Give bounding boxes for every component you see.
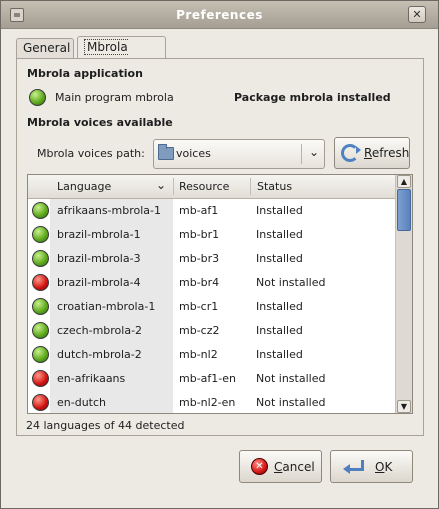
table-row[interactable]: brazil-mbrola-1 mb-br1 Installed <box>28 223 396 247</box>
status-cell: Installed <box>256 228 303 241</box>
column-header-language[interactable]: Language <box>57 180 111 193</box>
status-cell: Not installed <box>256 396 326 409</box>
status-cell: Installed <box>256 348 303 361</box>
not-installed-status-icon <box>32 274 49 291</box>
not-installed-status-icon <box>32 370 49 387</box>
scrollbar-thumb[interactable] <box>397 189 411 231</box>
title-bar[interactable]: Preferences ✕ <box>1 1 438 29</box>
resource-cell: mb-af1-en <box>179 372 236 385</box>
resource-cell: mb-br1 <box>179 228 220 241</box>
not-installed-status-icon <box>32 394 49 411</box>
resource-cell: mb-cz2 <box>179 324 220 337</box>
ok-button-label: OK <box>375 460 393 474</box>
table-scrollbar[interactable]: ▲ ▼ <box>395 175 412 413</box>
preferences-window: Preferences ✕ General Mbrola voices Mbro… <box>0 0 439 509</box>
table-row[interactable]: croatian-mbrola-1 mb-cr1 Installed <box>28 295 396 319</box>
installed-status-icon <box>32 202 49 219</box>
column-divider <box>250 178 251 195</box>
resource-cell: mb-cr1 <box>179 300 219 313</box>
column-header-resource[interactable]: Resource <box>179 180 229 193</box>
status-cell: Installed <box>256 300 303 313</box>
scroll-down-icon[interactable]: ▼ <box>397 400 411 413</box>
resource-cell: mb-br4 <box>179 276 220 289</box>
language-cell: croatian-mbrola-1 <box>57 300 156 313</box>
language-cell: afrikaans-mbrola-1 <box>57 204 161 217</box>
voices-path-value: voices <box>176 147 211 160</box>
table-row[interactable]: brazil-mbrola-4 mb-br4 Not installed <box>28 271 396 295</box>
mbrola-voices-heading: Mbrola voices available <box>27 116 173 129</box>
table-row[interactable]: en-dutch mb-nl2-en Not installed <box>28 391 396 413</box>
sort-chevron-icon: ⌄ <box>156 178 167 192</box>
language-cell: brazil-mbrola-1 <box>57 228 141 241</box>
table-row[interactable]: en-afrikaans mb-af1-en Not installed <box>28 367 396 391</box>
resource-cell: mb-nl2-en <box>179 396 236 409</box>
status-cell: Not installed <box>256 276 326 289</box>
voices-path-combobox[interactable]: voices ⌄ <box>153 139 325 169</box>
main-program-label: Main program mbrola <box>55 91 174 104</box>
column-divider <box>173 178 174 195</box>
refresh-button[interactable]: Refresh <box>334 137 410 169</box>
resource-cell: mb-br3 <box>179 252 220 265</box>
installed-status-icon <box>32 226 49 243</box>
tab-mbrola-voices[interactable]: Mbrola voices <box>77 36 166 75</box>
table-row[interactable]: czech-mbrola-2 mb-cz2 Installed <box>28 319 396 343</box>
voices-path-label: Mbrola voices path: <box>37 147 145 160</box>
table-row[interactable]: afrikaans-mbrola-1 mb-af1 Installed <box>28 199 396 223</box>
status-cell: Installed <box>256 252 303 265</box>
folder-icon <box>158 144 174 160</box>
table-row[interactable]: dutch-mbrola-2 mb-nl2 Installed <box>28 343 396 367</box>
installed-status-icon <box>32 250 49 267</box>
installed-status-icon <box>32 298 49 315</box>
tab-general[interactable]: General <box>16 38 74 58</box>
resource-cell: mb-af1 <box>179 204 219 217</box>
resource-cell: mb-nl2 <box>179 348 218 361</box>
package-status-text: Package mbrola installed <box>234 91 391 104</box>
combobox-separator <box>301 144 302 164</box>
installed-status-icon <box>32 346 49 363</box>
tab-general-label: General <box>23 41 71 55</box>
language-cell: en-dutch <box>57 396 106 409</box>
chevron-down-icon: ⌄ <box>308 145 319 159</box>
table-header: Language ⌄ Resource Status <box>28 175 396 199</box>
scroll-up-icon[interactable]: ▲ <box>397 175 411 188</box>
mbrola-application-heading: Mbrola application <box>27 67 143 80</box>
ok-button[interactable]: OK <box>330 450 413 483</box>
ok-arrow-icon <box>343 459 364 474</box>
status-cell: Not installed <box>256 372 326 385</box>
column-header-status[interactable]: Status <box>257 180 292 193</box>
refresh-button-label: Refresh <box>364 146 410 160</box>
languages-table: Language ⌄ Resource Status afrikaans-mbr… <box>27 174 413 414</box>
status-cell: Installed <box>256 324 303 337</box>
status-cell: Installed <box>256 204 303 217</box>
language-cell: brazil-mbrola-4 <box>57 276 141 289</box>
language-cell: czech-mbrola-2 <box>57 324 143 337</box>
language-cell: brazil-mbrola-3 <box>57 252 141 265</box>
close-window-button[interactable]: ✕ <box>408 6 426 23</box>
cancel-icon: ✕ <box>251 458 268 475</box>
detected-summary: 24 languages of 44 detected <box>26 419 185 432</box>
language-cell: dutch-mbrola-2 <box>57 348 142 361</box>
refresh-icon <box>341 144 361 162</box>
cancel-button[interactable]: ✕ Cancel <box>239 450 322 483</box>
installed-status-icon <box>32 322 49 339</box>
window-title: Preferences <box>176 8 263 22</box>
table-row[interactable]: brazil-mbrola-3 mb-br3 Installed <box>28 247 396 271</box>
language-cell: en-afrikaans <box>57 372 126 385</box>
mbrola-program-status-icon <box>29 89 46 109</box>
cancel-button-label: Cancel <box>274 460 315 474</box>
